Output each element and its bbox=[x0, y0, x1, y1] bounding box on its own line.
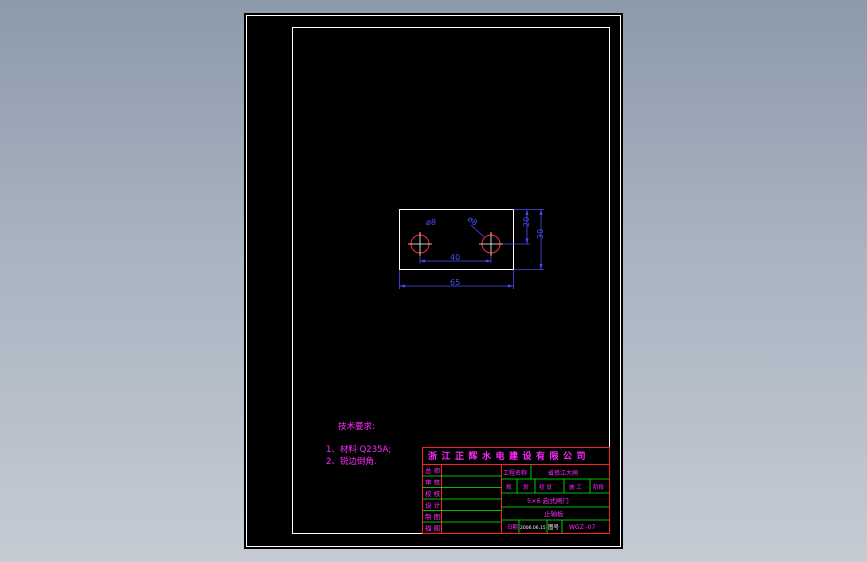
number-label: 图号 bbox=[548, 523, 560, 531]
drawing-sheet: ø8 ø8 40 65 20 30 技术要求: 1、材料 Q235A; 2、锐边… bbox=[244, 13, 623, 549]
row-label-2: 审 核 bbox=[425, 478, 441, 487]
row-label-6: 描 图 bbox=[425, 524, 440, 533]
dim-overall-width-text: 65 bbox=[450, 278, 460, 287]
notes-line-2: 2、锐边倒角. bbox=[326, 456, 377, 467]
row-label-4: 设 计 bbox=[425, 501, 441, 510]
notes-heading: 技术要求: bbox=[338, 421, 375, 432]
date-label: 日期 bbox=[507, 524, 519, 531]
row-label-1: 总 师 bbox=[425, 466, 441, 475]
stage-cell-2: 划 bbox=[523, 483, 529, 491]
dim-height-outer: 30 bbox=[536, 229, 545, 239]
dim-height-inner: 20 bbox=[522, 217, 531, 227]
cad-viewport[interactable]: ø8 ø8 40 65 20 30 技术要求: 1、材料 Q235A; 2、锐边… bbox=[0, 0, 867, 562]
date-value: 2006.06.15 bbox=[520, 525, 546, 531]
dim-hole-spacing: 40 bbox=[450, 253, 460, 262]
company-name: 浙江正辉水电建设有限公司 bbox=[428, 450, 590, 462]
dim-hole-diameter: ø8 bbox=[426, 218, 436, 227]
stage-cell-1: 规 bbox=[506, 483, 512, 491]
stage-cell-5: 阶段 bbox=[593, 483, 605, 491]
project-name: 省修江大闸 bbox=[548, 469, 578, 477]
number-value: WGZ -07 bbox=[569, 524, 596, 531]
stage-cell-3: 初 设 bbox=[539, 483, 552, 491]
notes-line-1: 1、材料 Q235A; bbox=[326, 444, 391, 455]
row-label-5: 制 图 bbox=[425, 512, 440, 521]
subject: 5×6 启式闸门 bbox=[527, 496, 569, 505]
project-label: 工程名称 bbox=[503, 469, 527, 477]
drawing-name: 止轴板 bbox=[544, 509, 564, 518]
stage-cell-4: 施 工 bbox=[569, 483, 582, 491]
row-label-3: 校 核 bbox=[425, 489, 441, 498]
